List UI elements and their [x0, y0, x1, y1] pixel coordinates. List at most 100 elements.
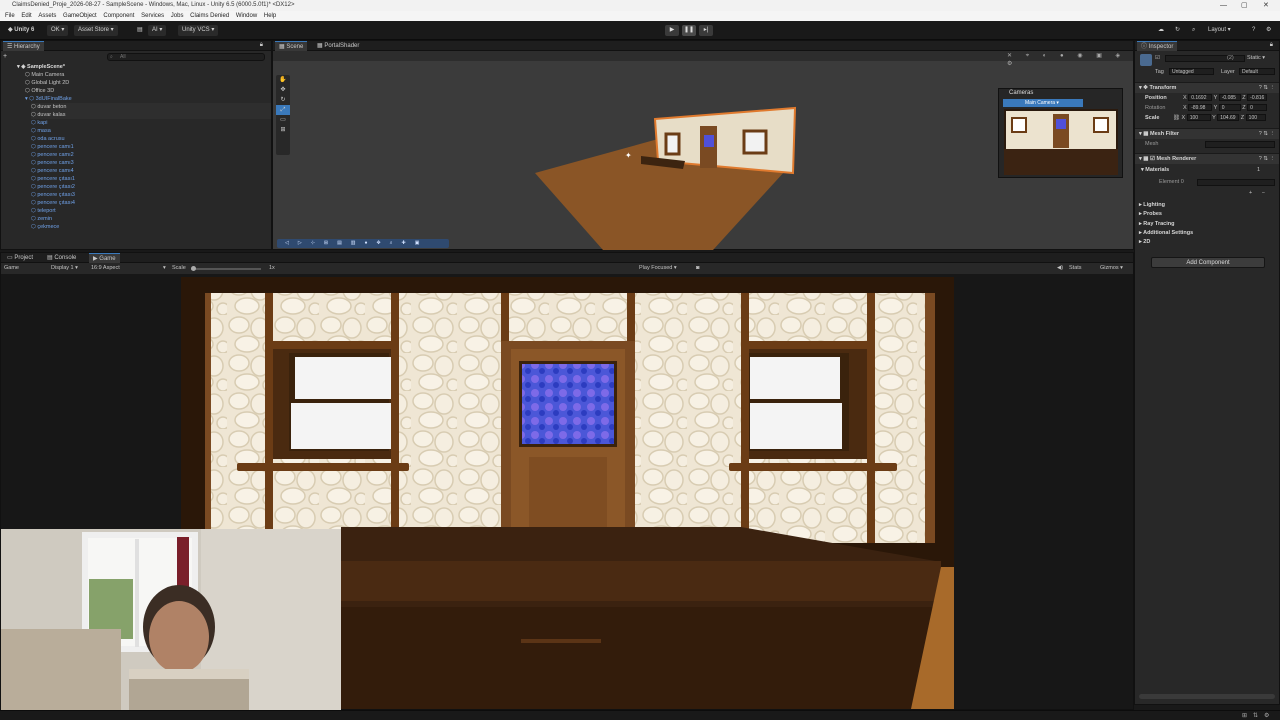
history-icon[interactable]: ↻ — [1171, 25, 1184, 36]
lock-icon[interactable]: 🔒︎ — [1270, 42, 1273, 49]
menu-window[interactable]: Window — [236, 13, 257, 19]
rotation-y[interactable]: 0 — [1218, 104, 1241, 111]
probes-foldout[interactable]: ▸ Probes — [1139, 210, 1162, 219]
asset-store-button[interactable]: Asset Store ▾ — [74, 25, 118, 36]
stats-button[interactable]: Stats — [1069, 264, 1082, 273]
step-button[interactable]: ▸| — [699, 25, 713, 36]
lock-icon[interactable]: 🔒︎ — [260, 42, 263, 49]
scene-overlay-toolbar[interactable]: ◁▷⊹⊞▤▥●✥⌕✚▣ — [277, 239, 449, 248]
menu-gameobject[interactable]: GameObject — [63, 13, 97, 19]
layout-button[interactable]: Layout ▾ — [1204, 25, 1235, 36]
hierarchy-item[interactable]: ⬡ pencere camı1 — [31, 143, 74, 151]
scale-z[interactable]: 100 — [1245, 114, 1266, 121]
scale-slider[interactable] — [191, 266, 261, 271]
mesh-renderer-header[interactable]: ▾ ▦ ☑ Mesh Renderer ? ⇅ ⋮ — [1135, 153, 1279, 164]
hierarchy-item[interactable]: ⬡ Global Light 2D — [25, 79, 69, 87]
status-icons[interactable]: ⊞⇅⚙ — [1242, 712, 1275, 719]
pause-button[interactable]: ❚❚ — [682, 25, 696, 36]
add-component-button[interactable]: Add Component — [1151, 257, 1265, 268]
menu-edit[interactable]: Edit — [21, 13, 31, 19]
cloud-icon[interactable]: ☁ — [1154, 25, 1168, 36]
hierarchy-item[interactable]: ⬡ Office 3D — [25, 87, 54, 95]
settings-icon[interactable]: ⚙ — [1262, 25, 1275, 36]
menu-file[interactable]: File — [5, 13, 15, 19]
active-checkbox[interactable]: ☑ — [1155, 54, 1160, 63]
maximize-icon[interactable]: ▢ — [1241, 0, 1248, 11]
tag-dropdown[interactable]: Untagged — [1169, 68, 1214, 75]
vcs-button[interactable]: Unity VCS ▾ — [178, 25, 219, 36]
tab-console[interactable]: ▤ Console — [43, 253, 80, 263]
menu-jobs[interactable]: Jobs — [171, 13, 184, 19]
component-menu-icon[interactable]: ? ⇅ ⋮ — [1259, 83, 1275, 92]
additional-settings-foldout[interactable]: ▸ Additional Settings — [1139, 229, 1193, 238]
audio-icon[interactable]: ◙ — [696, 264, 699, 273]
layer-dropdown[interactable]: Default — [1239, 68, 1275, 75]
hierarchy-item[interactable]: ⬡ masa — [31, 127, 51, 135]
menu-claims-denied[interactable]: Claims Denied — [190, 13, 229, 19]
minimize-icon[interactable]: — — [1220, 0, 1227, 11]
hierarchy-search-input[interactable]: ⌕ All — [107, 53, 265, 61]
hierarchy-item[interactable]: ⬡ pencere camı4 — [31, 167, 74, 175]
play-button[interactable]: ▶ — [665, 25, 679, 36]
rotation-x[interactable]: -89.98 — [1188, 104, 1213, 111]
hierarchy-item[interactable]: ▾ ⬡ 3dUIFinalBake — [25, 95, 72, 103]
tab-game[interactable]: ▶ Game — [89, 253, 120, 263]
tab-project[interactable]: ▭ Project — [3, 253, 37, 263]
hierarchy-item[interactable]: ⬡ pencere camı2 — [31, 151, 74, 159]
ai-button[interactable]: AI ▾ — [148, 25, 167, 36]
lighting-foldout[interactable]: ▸ Lighting — [1139, 201, 1165, 210]
rotation-z[interactable]: 0 — [1247, 104, 1268, 111]
position-z[interactable]: -0.816 — [1247, 94, 1268, 101]
scale-y[interactable]: 104.69 — [1217, 114, 1240, 121]
materials-foldout[interactable]: ▾ Materials — [1141, 166, 1169, 175]
transform-header[interactable]: ▾ ✥ Transform ? ⇅ ⋮ — [1135, 82, 1279, 93]
hierarchy-item[interactable]: ⬡ pencere çıtası1 — [31, 175, 75, 183]
hierarchy-item[interactable]: ⬡ duvar kalas — [31, 111, 271, 119]
material-field[interactable] — [1197, 179, 1275, 186]
mesh-field[interactable] — [1205, 141, 1275, 148]
display-dropdown[interactable]: Display 1 ▾ — [51, 264, 78, 273]
game-mode-dropdown[interactable]: Game — [4, 264, 19, 273]
help-icon[interactable]: ? — [1248, 25, 1259, 36]
mesh-filter-header[interactable]: ▾ ▦ Mesh Filter ? ⇅ ⋮ — [1135, 128, 1279, 139]
tab-hierarchy[interactable]: ☰ Hierarchy — [3, 41, 44, 51]
mute-icon[interactable]: ◀) — [1057, 264, 1063, 273]
component-menu-icon[interactable]: ? ⇅ ⋮ — [1259, 129, 1275, 138]
hierarchy-item[interactable]: ⬡ kapi — [31, 119, 47, 127]
hierarchy-item[interactable]: ⬡ Main Camera — [25, 71, 64, 79]
hierarchy-item[interactable]: ⬡ pencere camı3 — [31, 159, 74, 167]
camera-select[interactable]: Main Camera ▾ — [1003, 99, 1083, 107]
position-y[interactable]: -0.085 — [1218, 94, 1241, 101]
hierarchy-item[interactable]: ⬡ oda acrusu — [31, 135, 65, 143]
component-menu-icon[interactable]: ? ⇅ ⋮ — [1259, 154, 1275, 163]
hierarchy-item[interactable]: ⬡ pencere çıtası2 — [31, 183, 75, 191]
ray-tracing-foldout[interactable]: ▸ Ray Tracing — [1139, 220, 1174, 229]
position-x[interactable]: 0.1692 — [1188, 94, 1213, 101]
scale-x[interactable]: 100 — [1186, 114, 1211, 121]
static-toggle[interactable]: Static ▾ — [1247, 54, 1265, 63]
hierarchy-item[interactable]: ⬡ çekmece — [31, 223, 59, 231]
hierarchy-item[interactable]: ⬡ teleport — [31, 207, 56, 215]
search-icon[interactable]: ⌕ — [1188, 25, 1199, 36]
account-button[interactable]: ◆ Unity 6 — [4, 25, 38, 36]
hierarchy-item[interactable]: ⬡ duvar beton — [31, 103, 271, 111]
tab-portalshader[interactable]: ▦ PortalShader — [313, 41, 363, 51]
menu-component[interactable]: Component — [103, 13, 134, 19]
hierarchy-item[interactable]: ⬡ pencere çıtası3 — [31, 191, 75, 199]
inspector-scrollbar[interactable] — [1139, 694, 1275, 699]
2d-foldout[interactable]: ▸ 2D — [1139, 238, 1150, 247]
close-icon[interactable]: ✕ — [1263, 0, 1269, 11]
tab-scene[interactable]: ▦ Scene — [275, 41, 308, 51]
cloud-ok-button[interactable]: OK ▾ — [47, 25, 69, 36]
menu-assets[interactable]: Assets — [38, 13, 56, 19]
play-focused-dropdown[interactable]: Play Focused ▾ — [639, 264, 677, 273]
link-icon[interactable]: ⛓ — [1173, 115, 1180, 121]
aspect-dropdown[interactable]: 16:9 Aspect — [91, 264, 120, 273]
menu-services[interactable]: Services — [141, 13, 164, 19]
scale-slider-handle[interactable] — [191, 266, 196, 271]
hierarchy-item[interactable]: ⬡ pencere çıtası4 — [31, 199, 75, 207]
package-icon[interactable]: ▤ — [133, 25, 147, 36]
list-add-remove[interactable]: + − — [1249, 189, 1269, 198]
add-icon[interactable]: + — [3, 53, 13, 61]
aspect-chevron-icon[interactable]: ▾ — [163, 264, 166, 273]
